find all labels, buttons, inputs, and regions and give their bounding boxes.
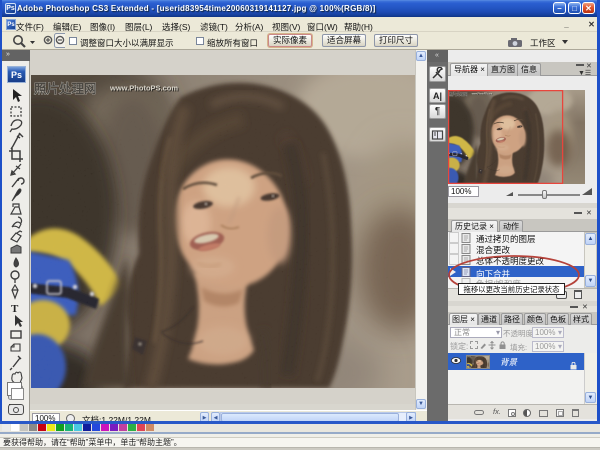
- svg-text:T: T: [11, 303, 19, 315]
- svg-text:照片处理网: 照片处理网: [34, 81, 97, 96]
- svg-text:www.PhotoPS.com: www.PhotoPS.com: [109, 84, 178, 93]
